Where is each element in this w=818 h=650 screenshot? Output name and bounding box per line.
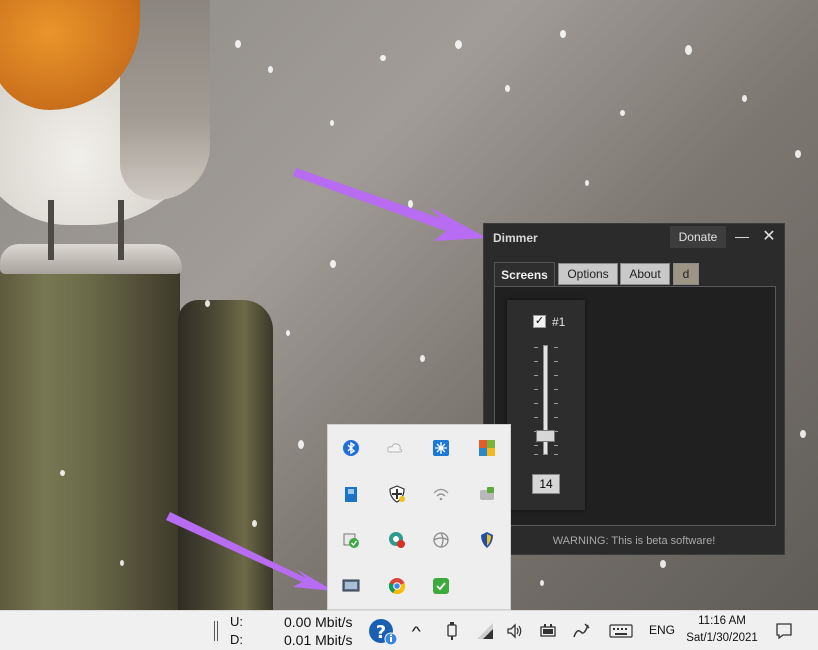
upload-speed: 0.00 Mbit/s: [284, 614, 353, 630]
tree-stump: [0, 250, 180, 610]
slider-tick: [554, 361, 558, 362]
taskbar: U: D: 0.00 Mbit/s 0.01 Mbit/s ? ^ ENG 11…: [0, 610, 818, 650]
slider-tick: [554, 454, 558, 455]
volume-icon[interactable]: [506, 622, 524, 640]
download-speed: 0.01 Mbit/s: [284, 632, 353, 648]
snowflake: [685, 45, 692, 55]
dimmer-titlebar[interactable]: Dimmer Donate — ✕: [484, 224, 784, 252]
tree-stump-back: [178, 300, 273, 610]
slider-tick: [554, 417, 558, 418]
tab-screens[interactable]: Screens: [494, 262, 555, 286]
input-language[interactable]: ENG: [649, 623, 675, 637]
slider-tick: [554, 389, 558, 390]
slider-tick: [534, 375, 538, 376]
chrome-icon[interactable]: [388, 577, 406, 595]
minimize-icon[interactable]: —: [732, 227, 752, 247]
device-icon[interactable]: [478, 485, 496, 503]
pen-ink-icon[interactable]: [572, 622, 590, 640]
security-shield-icon[interactable]: [388, 485, 406, 503]
clock[interactable]: 11:16 AM Sat/1/30/2021: [683, 613, 761, 647]
snowflake: [455, 40, 462, 49]
snowflake: [330, 260, 336, 268]
snowflake: [205, 300, 210, 307]
snowflake-icon[interactable]: [432, 439, 450, 457]
cloud-icon[interactable]: [386, 439, 404, 457]
robin-leg: [118, 200, 124, 260]
dimmer-window: Dimmer Donate — ✕ Screens Options About …: [483, 223, 785, 555]
beta-warning: WARNING: This is beta software!: [552, 535, 716, 547]
clock-date: Sat/1/30/2021: [686, 632, 758, 644]
upload-label: U:: [230, 614, 243, 629]
screen-label: #1: [552, 315, 566, 329]
slider-tick: [534, 389, 538, 390]
snowflake: [660, 560, 666, 568]
snowflake: [120, 560, 124, 566]
usb-device-icon[interactable]: [445, 622, 459, 640]
usb-stick-icon[interactable]: [478, 531, 496, 549]
slider-tick: [554, 403, 558, 404]
network-wifi-icon[interactable]: [476, 622, 494, 640]
screen-enable-checkbox[interactable]: ✓: [533, 315, 546, 328]
robin-leg: [48, 200, 54, 260]
screens-panel: ✓ #1 14: [494, 286, 776, 526]
snowflake: [505, 85, 510, 92]
slider-tick: [534, 454, 538, 455]
checkmark-icon[interactable]: [432, 577, 450, 595]
tray-overflow-flyout: [327, 424, 511, 610]
snowflake: [235, 40, 241, 48]
bluetooth-icon[interactable]: [342, 439, 360, 457]
window-title: Dimmer: [493, 231, 538, 245]
battery-icon[interactable]: [538, 623, 558, 639]
help-icon[interactable]: ?: [368, 618, 398, 646]
toolbar-grip[interactable]: [214, 621, 218, 641]
slider-tick: [534, 445, 538, 446]
snowflake: [408, 200, 413, 208]
chrome-remote-icon[interactable]: [388, 531, 406, 549]
brightness-value[interactable]: 14: [532, 474, 560, 494]
snowflake: [60, 470, 65, 476]
wifi-icon[interactable]: [432, 485, 450, 503]
sync-icon[interactable]: [342, 531, 360, 549]
keyboard-icon[interactable]: [609, 623, 633, 639]
snowflake: [620, 110, 625, 116]
display-icon[interactable]: [342, 577, 360, 595]
clock-time: 11:16 AM: [698, 615, 746, 627]
snowflake: [330, 120, 334, 126]
snowflake: [795, 150, 801, 158]
donate-button[interactable]: Donate: [670, 226, 726, 248]
brightness-slider-thumb[interactable]: [536, 430, 555, 442]
snowflake: [560, 30, 566, 38]
slider-tick: [554, 347, 558, 348]
close-icon[interactable]: ✕: [759, 227, 779, 247]
office-icon[interactable]: [478, 439, 496, 457]
slider-tick: [554, 445, 558, 446]
chevron-up-icon[interactable]: ^: [412, 623, 421, 639]
tab-options[interactable]: Options: [558, 263, 618, 285]
snowflake: [420, 355, 425, 362]
tab-about[interactable]: About: [620, 263, 670, 285]
screen-card: ✓ #1 14: [507, 300, 585, 510]
snowflake: [286, 330, 290, 336]
snowflake: [252, 520, 257, 527]
snowflake: [540, 580, 544, 586]
snowflake: [268, 66, 273, 73]
snowflake: [298, 440, 304, 449]
download-label: D:: [230, 632, 243, 647]
snowflake: [800, 430, 806, 438]
slider-tick: [534, 403, 538, 404]
snowflake: [742, 95, 747, 102]
slider-tick: [554, 375, 558, 376]
slider-tick: [534, 347, 538, 348]
pinwheel-icon[interactable]: [432, 531, 450, 549]
snowflake: [380, 55, 386, 61]
slider-tick: [534, 417, 538, 418]
notification-icon[interactable]: [775, 622, 793, 640]
snow-on-stump: [0, 244, 182, 274]
slider-tick: [534, 361, 538, 362]
usb-drive-icon[interactable]: [342, 485, 360, 503]
snowflake: [585, 180, 589, 186]
tab-d[interactable]: d: [673, 263, 699, 285]
